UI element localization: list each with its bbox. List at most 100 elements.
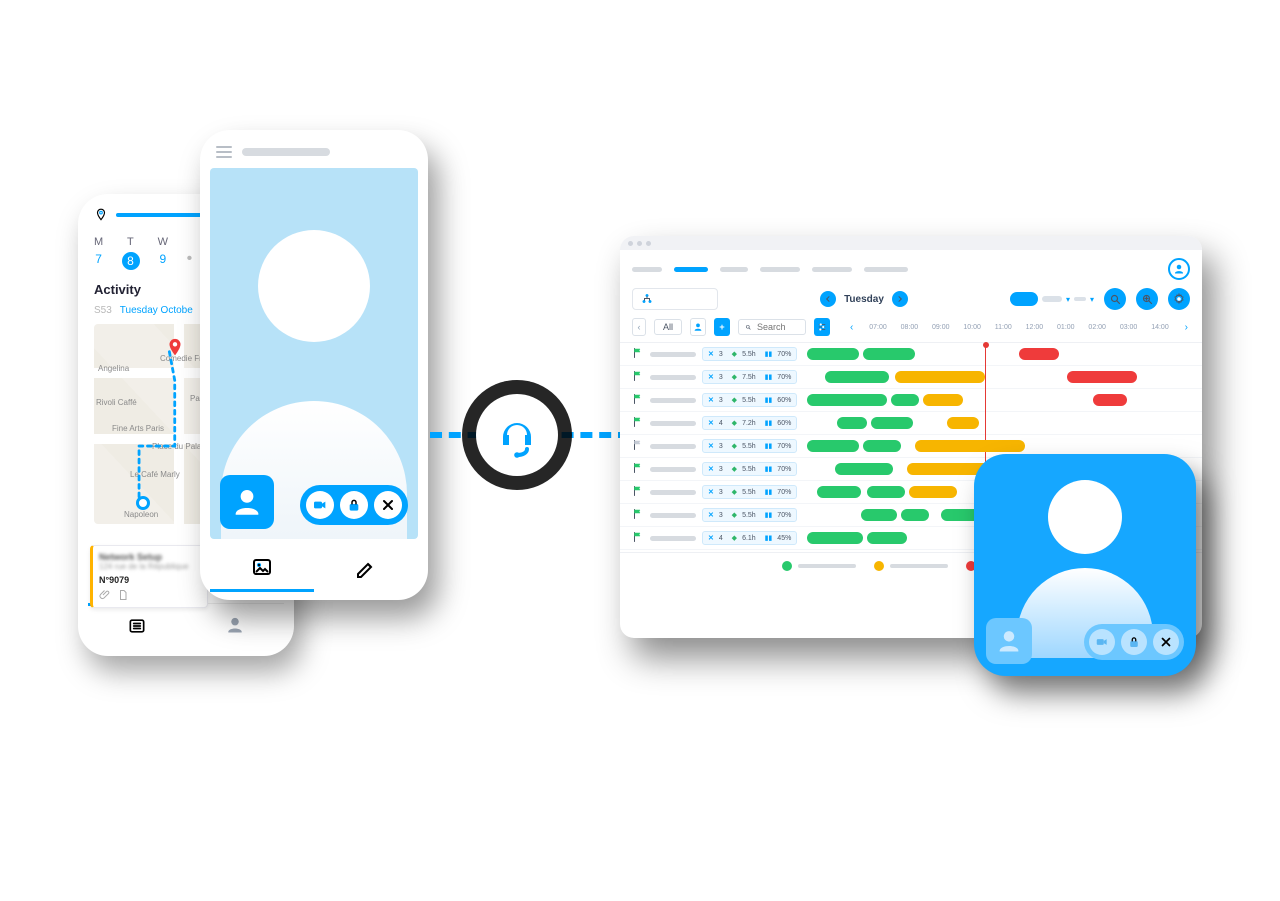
nav-item[interactable] xyxy=(812,267,852,272)
capacity-badge: ✕ 3 ◆ 7.5h ▮▮ 70% xyxy=(702,370,797,384)
gantt-bar[interactable] xyxy=(807,532,863,544)
gantt-bar[interactable] xyxy=(1019,348,1059,360)
job-card[interactable]: Network Setup 124 rue de la République N… xyxy=(90,545,208,608)
gantt-track[interactable] xyxy=(807,370,1190,384)
gantt-bar[interactable] xyxy=(867,532,907,544)
tab-media[interactable] xyxy=(210,545,314,592)
weekday-button[interactable]: M7 xyxy=(94,236,104,270)
gantt-bar[interactable] xyxy=(861,509,897,521)
window-chrome xyxy=(620,236,1202,250)
document-icon[interactable] xyxy=(117,589,129,601)
gantt-bar[interactable] xyxy=(867,486,905,498)
resource-row[interactable]: ✕ 3 ◆ 7.5h ▮▮ 70% xyxy=(620,366,1202,389)
privacy-lock-button[interactable] xyxy=(1121,629,1147,655)
gantt-bar[interactable] xyxy=(837,417,867,429)
map-marker-icon[interactable] xyxy=(164,334,186,362)
nav-item[interactable] xyxy=(720,267,748,272)
gantt-bar[interactable] xyxy=(891,394,919,406)
gantt-track[interactable] xyxy=(807,347,1190,361)
timeline-hour: 03:00 xyxy=(1120,324,1138,331)
gantt-bar[interactable] xyxy=(863,348,915,360)
capacity-badge: ✕ 3 ◆ 5.5h ▮▮ 70% xyxy=(702,485,797,499)
nav-item[interactable] xyxy=(632,267,662,272)
timeline-hour: 01:00 xyxy=(1057,324,1075,331)
gantt-bar[interactable] xyxy=(871,417,913,429)
resource-row[interactable]: ✕ 3 ◆ 5.5h ▮▮ 60% xyxy=(620,389,1202,412)
prev-day-button[interactable] xyxy=(820,291,836,307)
nav-item-active[interactable] xyxy=(674,267,708,272)
capacity-badge: ✕ 4 ◆ 6.1h ▮▮ 45% xyxy=(702,531,797,545)
nav-item[interactable] xyxy=(760,267,800,272)
weekday-button[interactable]: W9 xyxy=(158,236,169,270)
tab-activity[interactable] xyxy=(88,603,186,646)
zoom-in-button[interactable] xyxy=(1136,288,1158,310)
search-input[interactable] xyxy=(757,322,799,332)
end-call-button[interactable] xyxy=(1153,629,1179,655)
self-video-thumbnail[interactable] xyxy=(220,475,274,529)
gantt-bar[interactable] xyxy=(915,440,1025,452)
toggle-video-button[interactable] xyxy=(306,491,334,519)
day-switcher: Tuesday xyxy=(820,291,908,307)
gantt-bar[interactable] xyxy=(895,371,985,383)
mobile-tab-bar xyxy=(88,603,284,646)
flag-icon xyxy=(632,347,644,361)
weekday-button[interactable]: T8 xyxy=(122,236,140,270)
gantt-bar[interactable] xyxy=(807,440,859,452)
timeline-hour: 12:00 xyxy=(1026,324,1044,331)
org-selector[interactable] xyxy=(632,288,718,310)
gantt-bar[interactable] xyxy=(807,348,859,360)
privacy-lock-button[interactable] xyxy=(340,491,368,519)
mobile-header xyxy=(210,144,418,168)
gantt-bar[interactable] xyxy=(863,440,901,452)
flag-icon xyxy=(632,393,644,407)
resource-row[interactable]: ✕ 4 ◆ 7.2h ▮▮ 60% xyxy=(620,412,1202,435)
nav-item[interactable] xyxy=(864,267,908,272)
scroll-right-button[interactable]: › xyxy=(1183,322,1190,333)
next-day-button[interactable] xyxy=(892,291,908,307)
gantt-bar[interactable] xyxy=(1093,394,1127,406)
resource-name-placeholder xyxy=(650,467,696,472)
scroll-left-button[interactable]: ‹ xyxy=(848,322,855,333)
gantt-bar[interactable] xyxy=(835,463,893,475)
gantt-track[interactable] xyxy=(807,439,1190,453)
gantt-track[interactable] xyxy=(807,416,1190,430)
filter-person-button[interactable] xyxy=(690,318,706,336)
resource-search[interactable] xyxy=(738,319,806,335)
hierarchy-icon xyxy=(641,293,653,305)
filter-all[interactable]: All xyxy=(654,319,682,335)
search-icon xyxy=(745,322,751,332)
end-call-button[interactable] xyxy=(374,491,402,519)
capacity-badge: ✕ 3 ◆ 5.5h ▮▮ 70% xyxy=(702,347,797,361)
account-avatar[interactable] xyxy=(1168,258,1190,280)
toggle-video-button[interactable] xyxy=(1089,629,1115,655)
filter-sliders-button[interactable] xyxy=(814,318,830,336)
resource-row[interactable]: ✕ 3 ◆ 5.5h ▮▮ 70% xyxy=(620,343,1202,366)
menu-icon[interactable] xyxy=(216,146,232,158)
view-mode-toggle[interactable]: ▾ ▾ xyxy=(1010,292,1094,306)
top-nav xyxy=(620,250,1202,284)
headset-icon xyxy=(493,411,541,459)
resource-name-placeholder xyxy=(650,513,696,518)
tab-notes[interactable] xyxy=(314,545,418,592)
resource-name-placeholder xyxy=(650,490,696,495)
gantt-bar[interactable] xyxy=(901,509,929,521)
gantt-track[interactable] xyxy=(807,393,1190,407)
tab-profile[interactable] xyxy=(186,604,284,646)
person-icon xyxy=(230,485,264,519)
search-button[interactable] xyxy=(1104,288,1126,310)
gantt-bar[interactable] xyxy=(1067,371,1137,383)
gantt-bar[interactable] xyxy=(909,486,957,498)
gantt-bar[interactable] xyxy=(825,371,889,383)
add-button[interactable]: + xyxy=(714,318,730,336)
gantt-bar[interactable] xyxy=(923,394,963,406)
settings-button[interactable] xyxy=(1168,288,1190,310)
support-headset-badge xyxy=(476,394,558,476)
flag-icon xyxy=(632,416,644,430)
attachment-icon[interactable] xyxy=(99,589,111,601)
gantt-bar[interactable] xyxy=(947,417,979,429)
self-video-thumbnail[interactable] xyxy=(986,618,1032,664)
gantt-bar[interactable] xyxy=(807,394,887,406)
gantt-bar[interactable] xyxy=(817,486,861,498)
flag-icon xyxy=(632,485,644,499)
collapse-button[interactable]: ‹ xyxy=(632,318,646,336)
